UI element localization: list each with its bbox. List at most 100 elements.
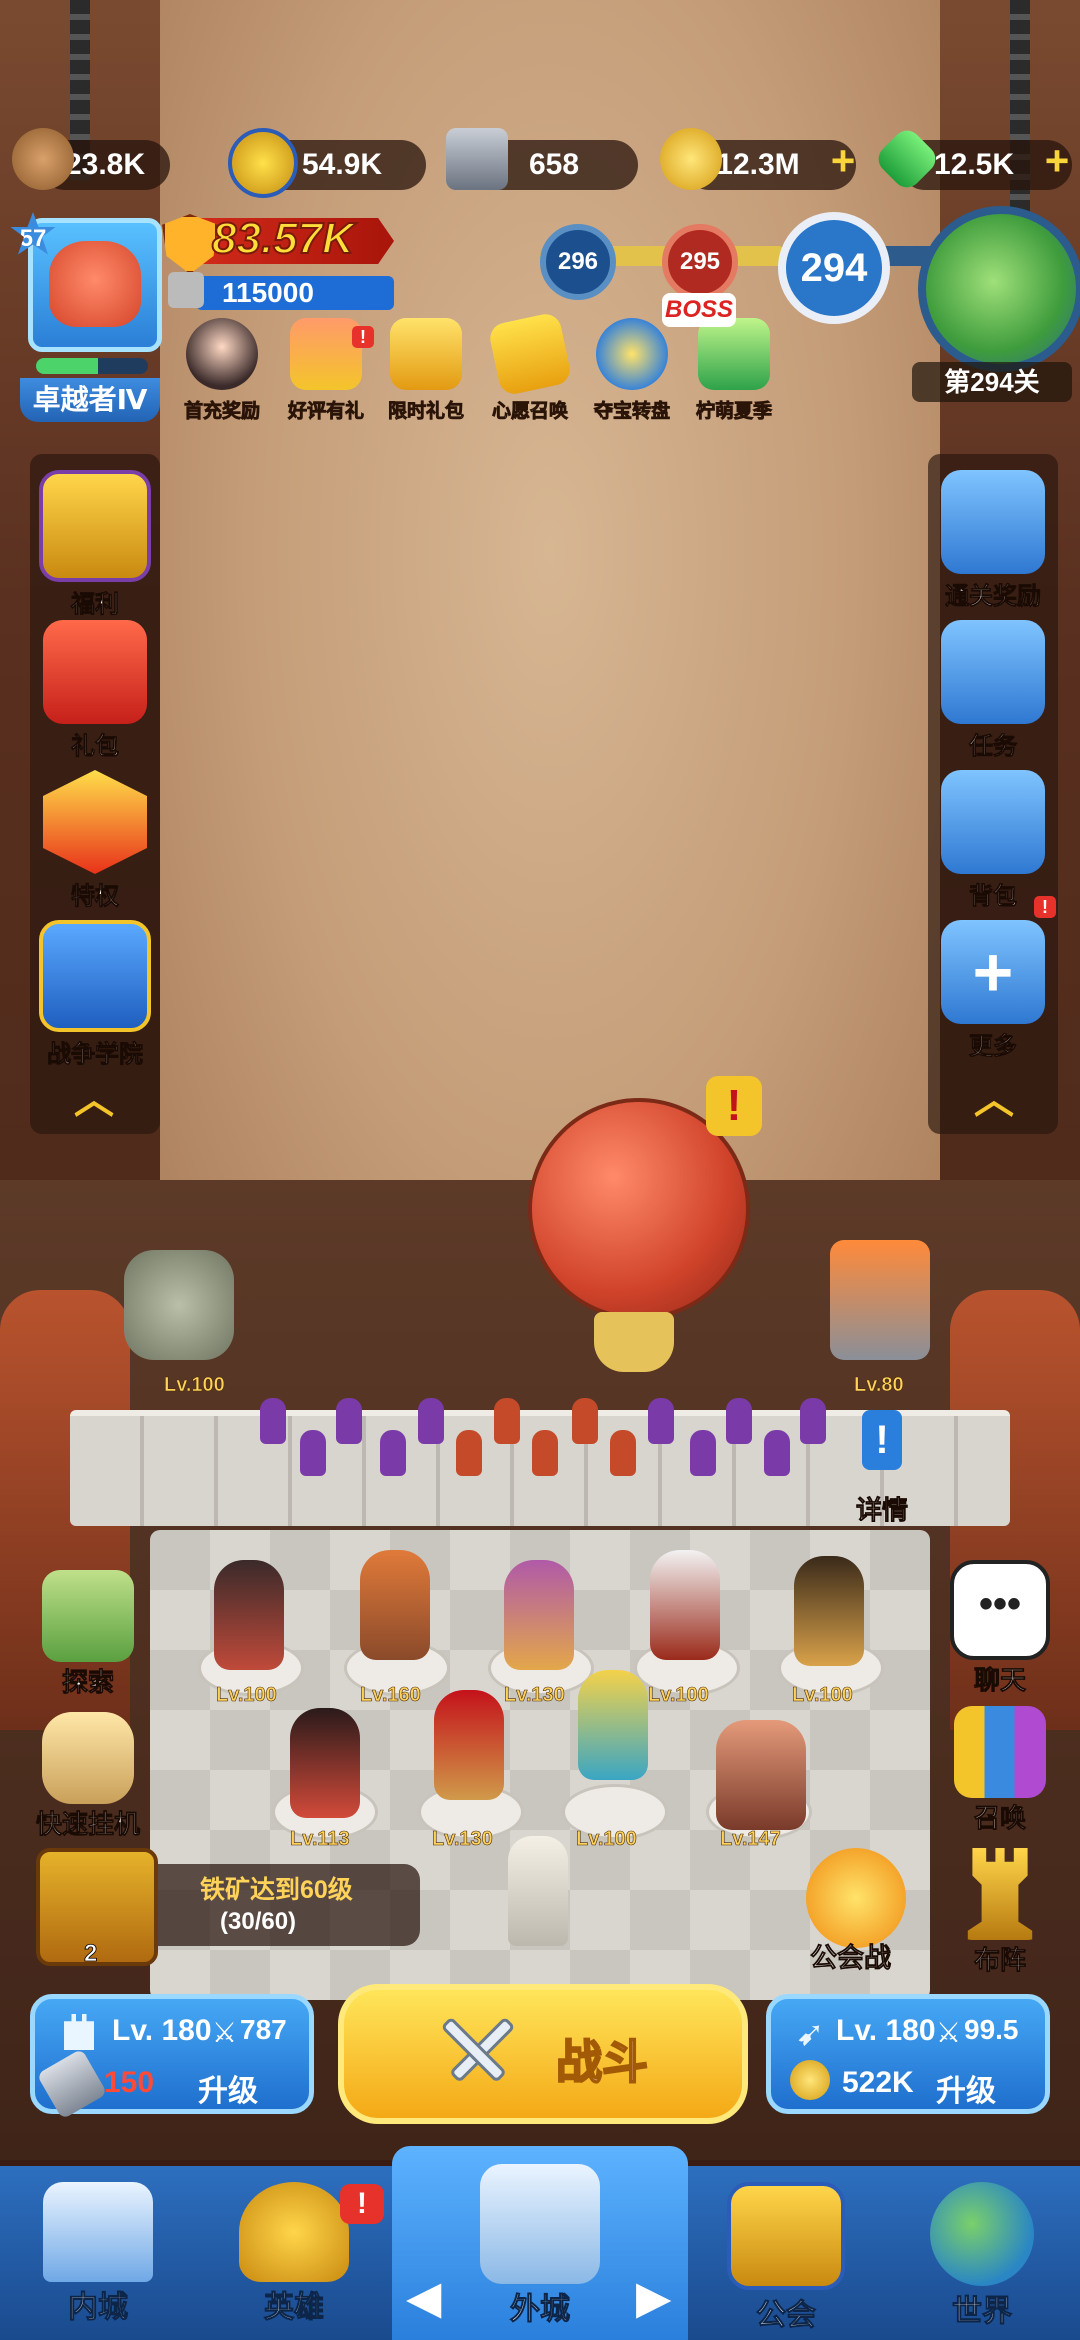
castle-power-value: 115000 xyxy=(222,277,314,308)
chevron-up-icon[interactable]: ︿ xyxy=(68,1080,120,1120)
event-limited-pack[interactable]: 限时礼包 xyxy=(380,318,472,423)
menu-label: 礼包 xyxy=(71,733,120,761)
chat-button[interactable]: ••• 聊天 xyxy=(940,1560,1060,1697)
troop-unit xyxy=(456,1430,482,1476)
summon-label: 召唤 xyxy=(973,1803,1027,1834)
nav-next-arrow-icon[interactable]: ▶ xyxy=(636,2270,671,2324)
details-flag-icon[interactable]: ! xyxy=(862,1410,902,1470)
iron-ore-icon xyxy=(446,128,508,190)
handshake-icon xyxy=(727,2182,845,2290)
bow-upgrade-button[interactable]: 升级 xyxy=(936,2066,996,2110)
hero-figure[interactable] xyxy=(360,1550,430,1660)
castle-level: Lv. 180 xyxy=(112,2014,212,2047)
hero-figure[interactable] xyxy=(794,1556,864,1666)
bow-attack: 99.5 xyxy=(964,2014,1019,2045)
backpack-icon xyxy=(941,770,1045,874)
castle-upgrade-cost: 150 xyxy=(104,2066,155,2099)
crossed-swords-icon xyxy=(39,920,151,1032)
castle-upgrade-button[interactable]: 升级 xyxy=(198,2066,258,2110)
alert-badge: ! xyxy=(340,2184,384,2224)
guild-war-swords-icon[interactable] xyxy=(806,1848,906,1948)
menu-label: 福利 xyxy=(71,591,120,619)
player-avatar[interactable] xyxy=(28,218,162,352)
balloon-alert-icon[interactable]: ! xyxy=(706,1076,762,1136)
quest-title: 铁矿达到60级 xyxy=(200,1876,353,1904)
lemon-drink-icon xyxy=(698,318,770,390)
hero-figure[interactable] xyxy=(650,1550,720,1660)
event-treasure-wheel[interactable]: 夺宝转盘 xyxy=(586,318,678,423)
add-gold-button[interactable]: + xyxy=(826,140,860,182)
war-academy-button[interactable]: 战争学院 xyxy=(30,920,160,1069)
troop-unit xyxy=(800,1398,826,1444)
menu-label: 通关奖励 xyxy=(945,583,1042,611)
balloon-basket xyxy=(594,1312,674,1372)
hero-figure[interactable] xyxy=(290,1708,360,1818)
girl-avatar-icon xyxy=(186,318,258,390)
rank-title[interactable]: 卓越者Ⅳ xyxy=(20,378,160,422)
tower-level: Lv.80 xyxy=(854,1374,904,1397)
troop-unit xyxy=(726,1398,752,1444)
fight-button[interactable] xyxy=(338,1984,748,2124)
bow-level: Lv. 180 xyxy=(836,2014,936,2047)
hero-level: Lv.100 xyxy=(216,1684,277,1707)
hero-figure[interactable] xyxy=(578,1670,648,1780)
hero-figure[interactable] xyxy=(214,1560,284,1670)
menu-label: 特权 xyxy=(71,883,120,911)
add-gem-button[interactable]: + xyxy=(1040,140,1074,182)
bow-upgrade-cost: 522K xyxy=(842,2066,914,2099)
explore-button[interactable]: 探索 xyxy=(28,1570,148,1699)
wheel-icon xyxy=(596,318,668,390)
troop-unit xyxy=(764,1430,790,1476)
cards-icon xyxy=(954,1706,1046,1798)
quick-idle-label: 快速挂机 xyxy=(35,1809,141,1840)
troop-unit xyxy=(418,1398,444,1444)
privilege-button[interactable]: 特权 xyxy=(30,770,160,911)
wood-value: 23.8K xyxy=(64,148,146,181)
chevron-up-icon[interactable]: ︿ xyxy=(968,1080,1020,1120)
event-wish-summon[interactable]: 心愿召唤 xyxy=(484,311,576,423)
nav-world[interactable]: 世界 xyxy=(884,2170,1080,2340)
gem-value: 12.5K xyxy=(933,148,1015,181)
guild-war-label[interactable]: 公会战 xyxy=(810,1936,892,1975)
crown-shield-icon xyxy=(39,470,151,582)
details-label[interactable]: 详情 xyxy=(856,1490,909,1527)
stone-golem-statue[interactable] xyxy=(124,1250,234,1360)
quick-idle-button[interactable]: 快速挂机 xyxy=(28,1712,148,1841)
hero-figure[interactable] xyxy=(504,1560,574,1670)
troop-unit xyxy=(690,1430,716,1476)
nav-outer-city[interactable]: 外城 xyxy=(442,2164,638,2340)
explore-label: 探索 xyxy=(61,1667,115,1698)
hero-level: Lv.130 xyxy=(504,1684,565,1707)
nav-prev-arrow-icon[interactable]: ◀ xyxy=(406,2270,441,2324)
stage-map-button[interactable] xyxy=(918,206,1080,372)
summon-button[interactable]: 召唤 xyxy=(940,1706,1060,1835)
nav-inner-city[interactable]: 内城 xyxy=(0,2170,196,2340)
boss-stage-node: 295 xyxy=(662,224,738,300)
gold-value: 12.3M xyxy=(716,148,800,181)
more-button[interactable]: + 更多 xyxy=(928,920,1058,1061)
gift-pack-button[interactable]: 礼包 xyxy=(30,620,160,761)
nav-guild[interactable]: 公会 xyxy=(688,2170,884,2340)
castle-small-icon xyxy=(168,272,204,308)
formation-label: 布阵 xyxy=(973,1945,1027,1976)
clear-reward-button[interactable]: 通关奖励 xyxy=(928,470,1058,611)
fight-label: 战斗 xyxy=(555,2035,649,2089)
task-button[interactable]: 任务 xyxy=(928,620,1058,761)
gift-box-icon xyxy=(941,470,1045,574)
rank-progress-fill xyxy=(36,358,98,374)
menu-label: 更多 xyxy=(969,1033,1018,1061)
combat-power: 83.57K xyxy=(211,213,355,264)
welfare-button[interactable]: 福利 xyxy=(30,470,160,619)
crossed-swords-icon: ⚔ xyxy=(936,2017,962,2048)
hero-figure[interactable] xyxy=(716,1720,806,1830)
flame-tower[interactable] xyxy=(830,1240,930,1360)
formation-button[interactable]: 布阵 xyxy=(940,1848,1060,1977)
map-icon xyxy=(42,1570,134,1662)
backpack-button[interactable]: 背包 xyxy=(928,770,1058,911)
event-first-recharge[interactable]: 首充奖励 xyxy=(176,318,268,423)
hero-level: Lv.100 xyxy=(576,1828,637,1851)
stage-node: 296 xyxy=(540,224,616,300)
troop-unit xyxy=(380,1430,406,1476)
event-lemon-summer[interactable]: 柠萌夏季 xyxy=(688,318,780,423)
hero-figure[interactable] xyxy=(434,1690,504,1800)
